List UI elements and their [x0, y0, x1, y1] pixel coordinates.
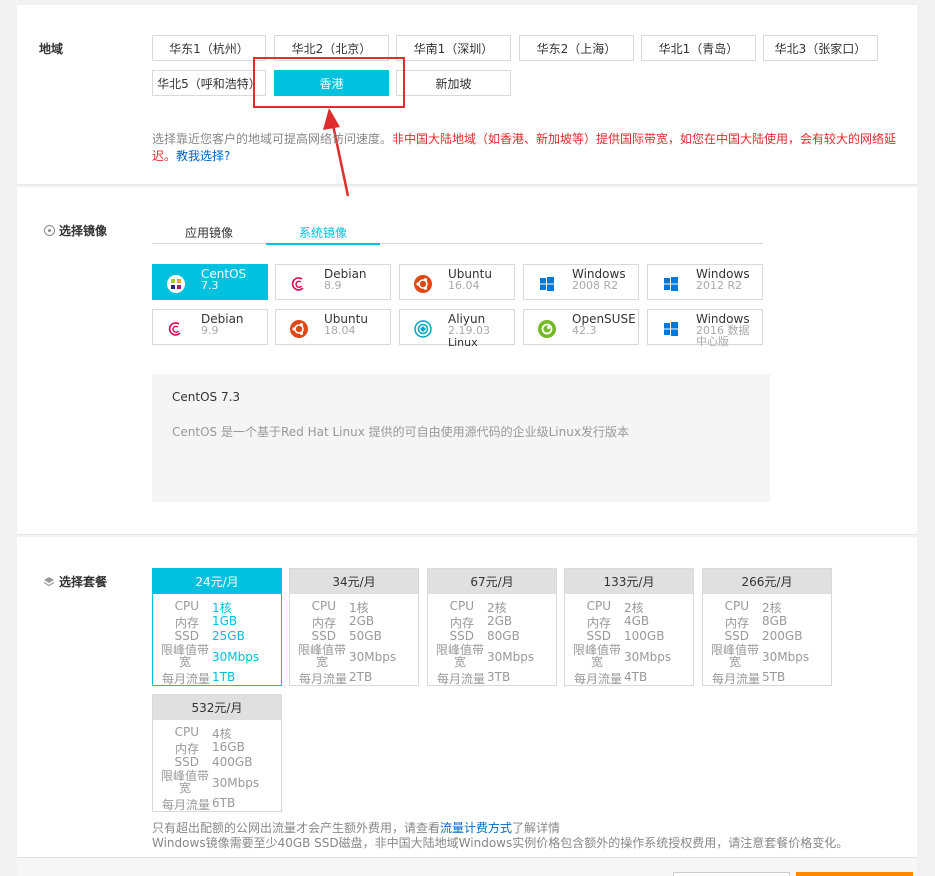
image-card-windows-2012-r2[interactable]: Windows 2012 R2	[647, 264, 763, 300]
region-note: 选择靠近您客户的地域可提高网络访问速度。非中国大陆地域（如香港、新加坡等）提供国…	[152, 132, 897, 163]
plan-row-bandwidth: 限峰值带宽 30Mbps	[298, 643, 397, 669]
plan-row-bandwidth: 限峰值带宽 30Mbps	[573, 643, 672, 669]
region-option-huhehaote[interactable]: 华北5（呼和浩特）	[152, 70, 266, 96]
region-option-zhangjiakou[interactable]: 华北3（张家口）	[763, 35, 878, 61]
plan-price: 133元/月	[565, 569, 693, 594]
ubuntu-icon	[290, 320, 308, 338]
plan-label: 选择套餐	[43, 573, 107, 590]
windows-icon	[540, 277, 554, 291]
plan-row-bandwidth: 限峰值带宽 30Mbps	[436, 643, 535, 669]
plan-card-4[interactable]: 133元/月 CPU 2核 内存 4GB SSD 100GB 限峰值带宽 30Mbps 每月流量 4…	[564, 568, 694, 686]
tab-system-image[interactable]: 系统镜像	[266, 221, 380, 245]
bottom-action-bar	[17, 857, 917, 876]
debian-icon	[291, 277, 304, 291]
image-card-debian-8-9[interactable]: Debian 8.9	[275, 264, 391, 300]
image-description: CentOS 7.3 CentOS 是一个基于Red Hat Linux 提供的…	[152, 374, 770, 502]
debian-icon	[168, 322, 181, 336]
image-card-opensuse-42-3[interactable]: OpenSUSE 42.3	[523, 309, 639, 345]
image-card-centos-7-3[interactable]: CentOS 7.3	[152, 264, 268, 300]
region-option-singapore[interactable]: 新加坡	[396, 70, 511, 96]
image-card-ubuntu-16-04[interactable]: Ubuntu 16.04	[399, 264, 515, 300]
plan-card-1[interactable]: 24元/月 CPU 1核 内存 1GB SSD 25GB 限峰值带宽 30Mbps 每月流量 1TB	[152, 568, 282, 686]
image-label: 选择镜像	[44, 222, 107, 239]
tab-app-image[interactable]: 应用镜像	[152, 221, 266, 244]
plan-price: 34元/月	[290, 569, 418, 594]
plan-price: 532元/月	[153, 695, 281, 720]
plan-price: 24元/月	[153, 569, 281, 594]
plan-card-5[interactable]: 266元/月 CPU 2核 内存 8GB SSD 200GB 限峰值带宽 30Mbps 每月流量 5…	[702, 568, 832, 686]
opensuse-icon	[538, 320, 556, 338]
region-help-link[interactable]: 教我选择?	[176, 149, 230, 163]
radio-circle-icon	[44, 225, 55, 236]
primary-action-button[interactable]	[796, 872, 913, 876]
region-option-shanghai[interactable]: 华东2（上海）	[519, 35, 634, 61]
plan-price: 266元/月	[703, 569, 831, 594]
windows-icon	[664, 277, 678, 291]
image-card-windows-2008-r2[interactable]: Windows 2008 R2	[523, 264, 639, 300]
region-option-shenzhen[interactable]: 华南1（深圳）	[396, 35, 511, 61]
highlight-box	[253, 57, 405, 108]
plan-row-bandwidth: 限峰值带宽 30Mbps	[161, 643, 260, 669]
region-label: 地域	[39, 42, 64, 56]
aliyun-icon	[414, 320, 432, 338]
image-card-debian-9-9[interactable]: Debian 9.9	[152, 309, 268, 345]
image-tabs: 应用镜像 系统镜像	[152, 221, 763, 245]
image-card-windows-2016[interactable]: Windows 2016 数据中心版	[647, 309, 763, 347]
secondary-action-button[interactable]	[673, 872, 790, 876]
plan-card-2[interactable]: 34元/月 CPU 1核 内存 2GB SSD 50GB 限峰值带宽 30Mbps 每月流量 2TB	[289, 568, 419, 686]
image-card-ubuntu-18-04[interactable]: Ubuntu 18.04	[275, 309, 391, 345]
plan-card-6[interactable]: 532元/月 CPU 4核 内存 16GB SSD 400GB 限峰值带宽 30Mbps 每月流量…	[152, 694, 282, 812]
region-option-qingdao[interactable]: 华北1（青岛）	[641, 35, 756, 61]
traffic-billing-link[interactable]: 流量计费方式	[440, 821, 512, 835]
region-option-hangzhou[interactable]: 华东1（杭州）	[152, 35, 266, 61]
image-card-aliyun-linux[interactable]: Aliyun 2.19.03 Linux	[399, 309, 515, 349]
centos-icon	[167, 275, 185, 293]
plan-row-bandwidth: 限峰值带宽 30Mbps	[161, 769, 260, 795]
layers-icon	[43, 576, 55, 586]
plan-price: 67元/月	[428, 569, 556, 594]
plan-card-3[interactable]: 67元/月 CPU 2核 内存 2GB SSD 80GB 限峰值带宽 30Mbps 每月流量 3TB	[427, 568, 557, 686]
plan-row-bandwidth: 限峰值带宽 30Mbps	[711, 643, 810, 669]
windows-icon	[664, 322, 678, 336]
plan-note: 只有超出配额的公网出流量才会产生额外费用，请查看流量计费方式了解详情 Windo…	[152, 821, 849, 850]
ubuntu-icon	[414, 275, 432, 293]
